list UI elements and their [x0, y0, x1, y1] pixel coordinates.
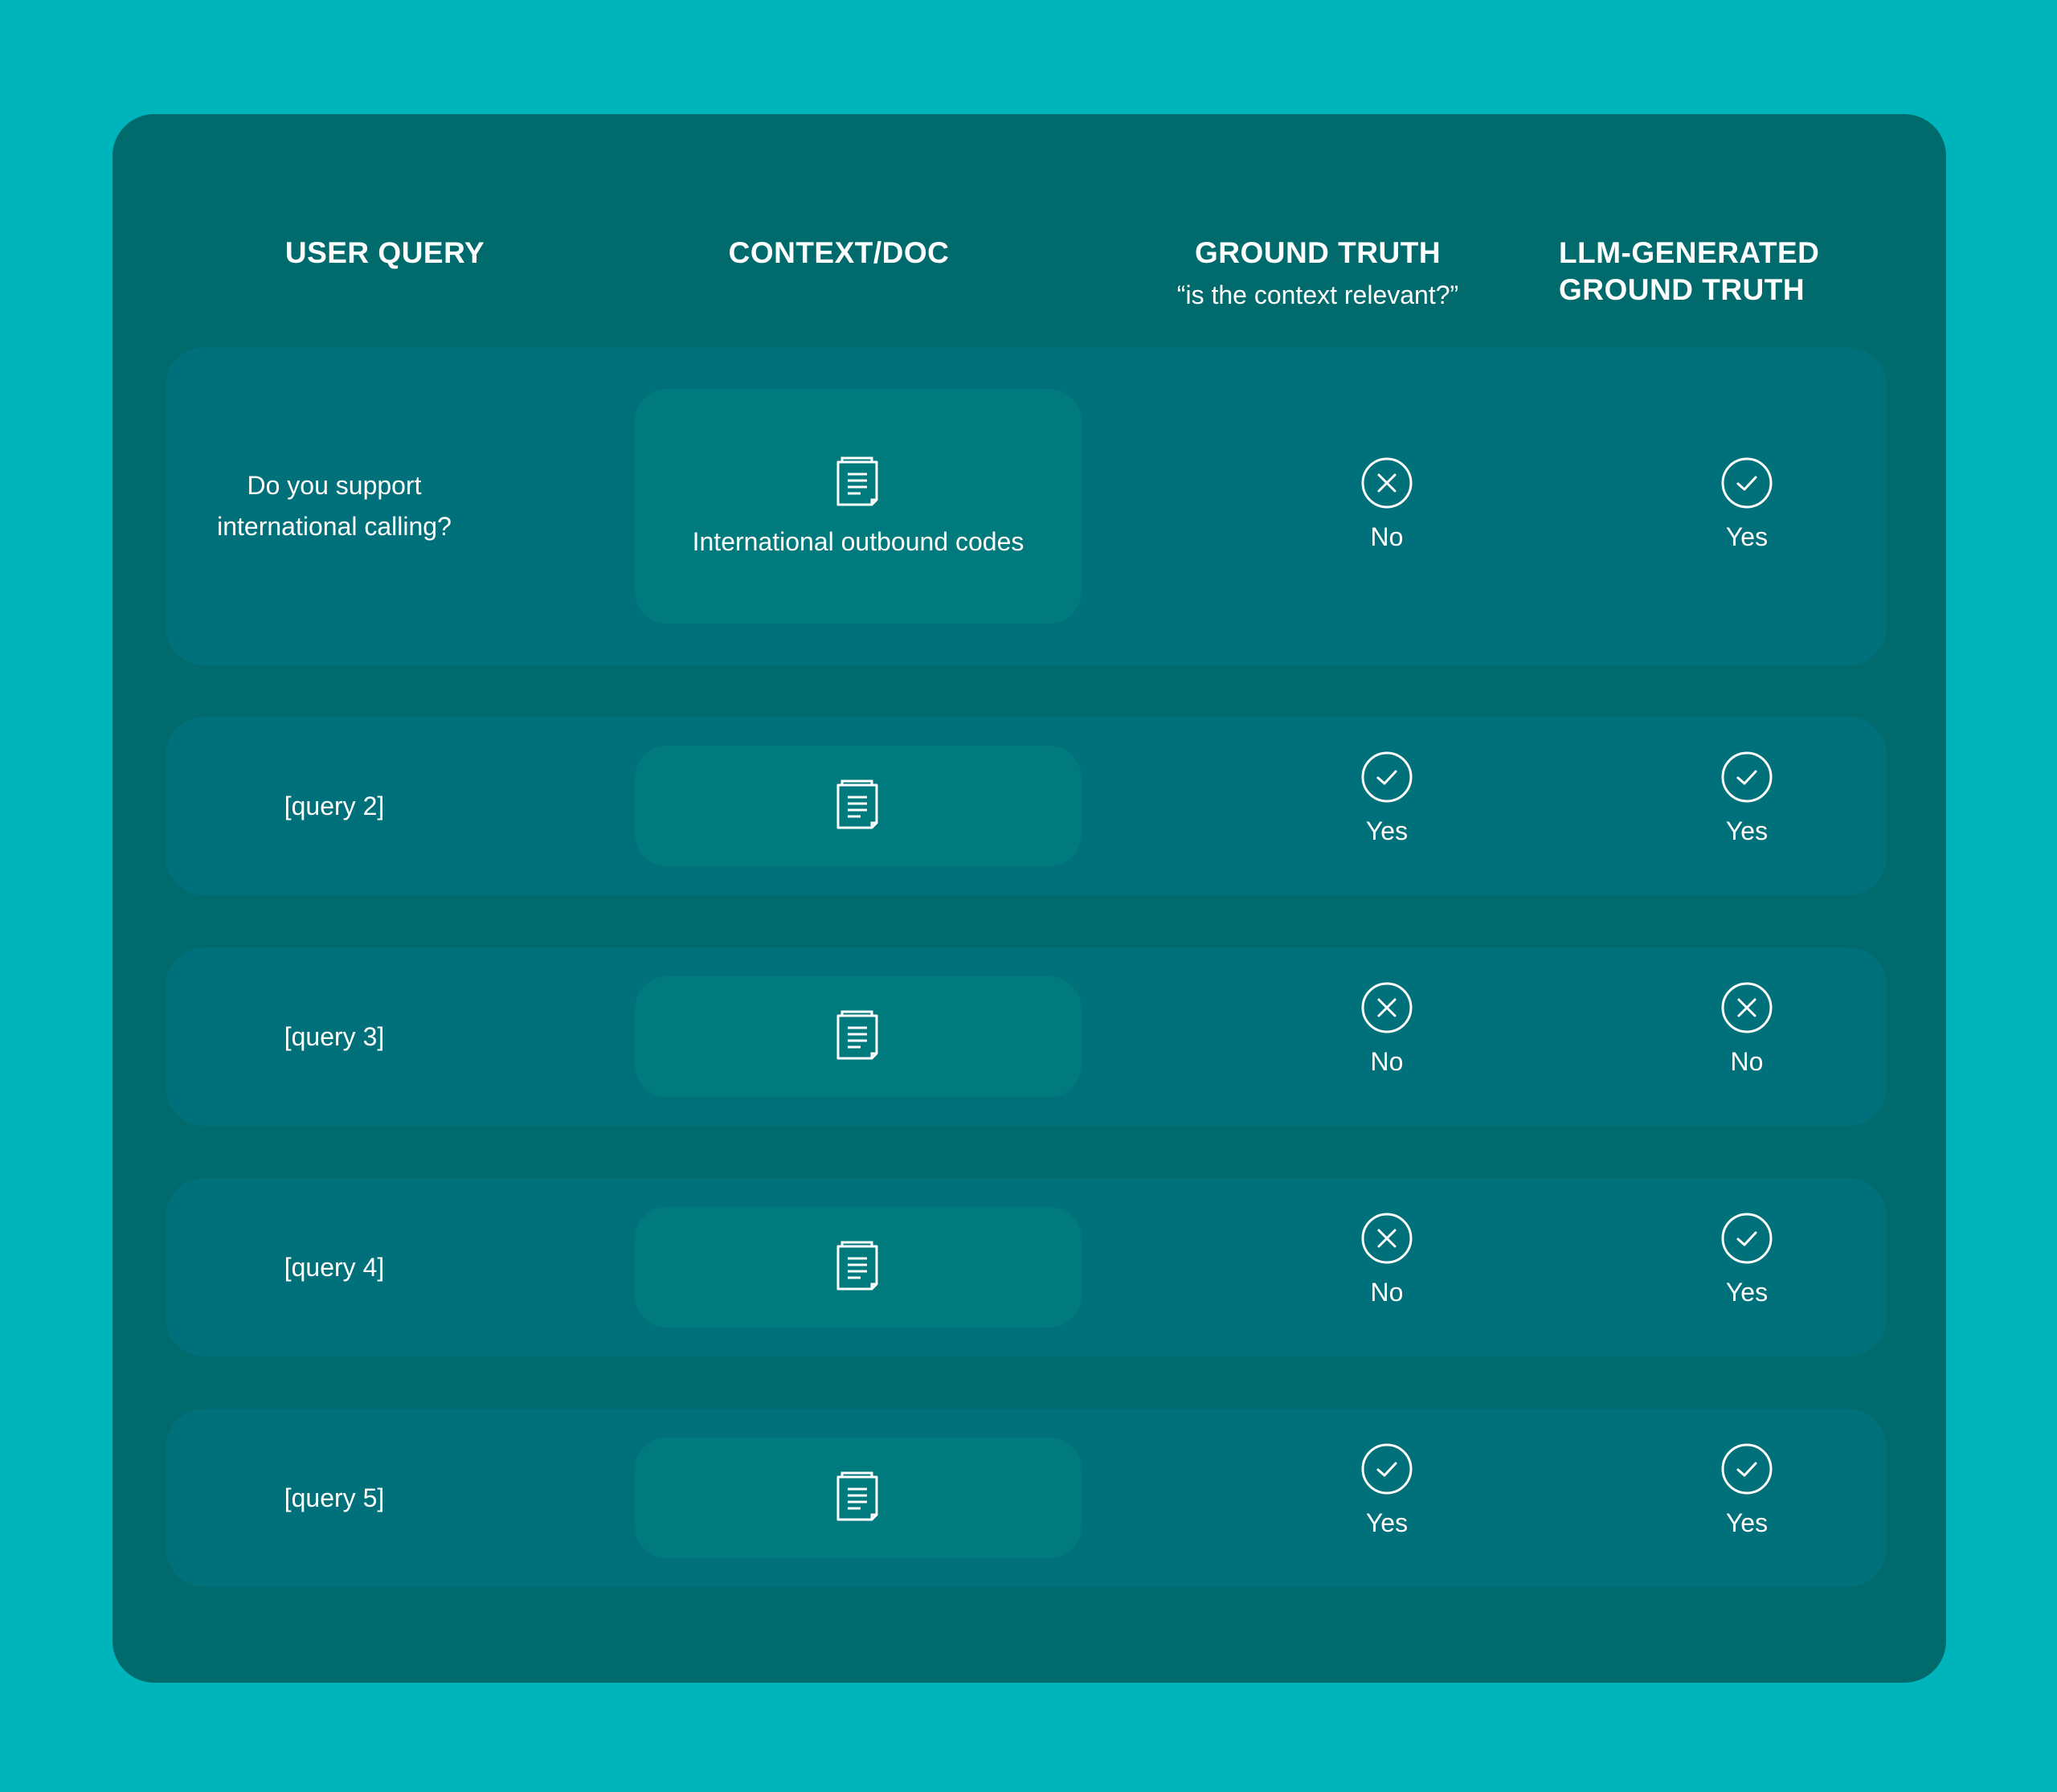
user-query-line1: [query 2] [284, 791, 385, 820]
user-query-cell: [query 3] [166, 947, 503, 1126]
table-row: [query 3] No No [166, 947, 1887, 1126]
header-ground-truth-title: GROUND TRUTH [1194, 236, 1442, 269]
llm-ground-truth-value: Yes [1725, 1278, 1769, 1307]
header-ground-truth: GROUND TRUTH “is the context relevant?” [1157, 235, 1478, 313]
llm-ground-truth-value: Yes [1725, 1508, 1769, 1537]
ground-truth-cell: No [1290, 456, 1483, 552]
user-query-line1: [query 4] [284, 1252, 385, 1282]
header-llm-line1: LLM-GENERATED [1559, 236, 1820, 269]
x-circle-icon [1721, 982, 1773, 1033]
context-doc-label: International outbound codes [692, 526, 1024, 556]
table-row: [query 2] Yes Yes [166, 717, 1887, 895]
table-row: Do you support international calling? In… [166, 347, 1887, 665]
ground-truth-value: No [1370, 1047, 1404, 1076]
llm-ground-truth-cell: No [1650, 981, 1843, 1077]
ground-truth-cell: No [1290, 981, 1483, 1077]
table-row: [query 4] No Yes [166, 1178, 1887, 1356]
table-row: [query 5] Yes Yes [166, 1409, 1887, 1587]
llm-ground-truth-value: Yes [1725, 816, 1769, 845]
check-circle-icon [1361, 1443, 1413, 1495]
check-circle-icon [1721, 457, 1773, 509]
check-circle-icon [1721, 1213, 1773, 1264]
user-query-line2: international calling? [217, 512, 452, 541]
ground-truth-value: Yes [1365, 816, 1409, 845]
ground-truth-cell: No [1290, 1212, 1483, 1307]
x-circle-icon [1361, 457, 1413, 509]
llm-ground-truth-value: No [1730, 1047, 1764, 1076]
llm-ground-truth-cell: Yes [1650, 1212, 1843, 1307]
check-circle-icon [1721, 1443, 1773, 1495]
ground-truth-cell: Yes [1290, 751, 1483, 846]
comparison-panel: USER QUERY CONTEXT/DOC GROUND TRUTH “is … [112, 114, 1946, 1683]
ground-truth-value: Yes [1365, 1508, 1409, 1537]
context-doc-card: International outbound codes [635, 389, 1082, 624]
x-circle-icon [1361, 1213, 1413, 1264]
check-circle-icon [1361, 751, 1413, 803]
context-doc-card [635, 1207, 1082, 1328]
header-context-doc: CONTEXT/DOC [728, 236, 950, 269]
context-doc-card [635, 1438, 1082, 1558]
document-icon [836, 1010, 878, 1060]
user-query-cell: [query 4] [166, 1178, 503, 1356]
header-llm-ground-truth: LLM-GENERATED GROUND TRUTH [1559, 235, 1896, 309]
document-icon [836, 779, 878, 829]
user-query-cell: Do you support international calling? [166, 347, 503, 665]
user-query-cell: [query 5] [166, 1409, 503, 1587]
context-doc-card [635, 976, 1082, 1097]
header-user-query: USER QUERY [284, 236, 485, 269]
ground-truth-value: No [1370, 1278, 1404, 1307]
context-doc-card [635, 746, 1082, 866]
llm-ground-truth-cell: Yes [1650, 1442, 1843, 1538]
llm-ground-truth-cell: Yes [1650, 456, 1843, 552]
user-query-line1: Do you support [247, 471, 422, 500]
document-icon [836, 1471, 878, 1521]
document-icon [836, 456, 878, 505]
llm-ground-truth-value: Yes [1725, 522, 1769, 551]
llm-ground-truth-cell: Yes [1650, 751, 1843, 846]
ground-truth-cell: Yes [1290, 1442, 1483, 1538]
user-query-line1: [query 5] [284, 1483, 385, 1512]
ground-truth-value: No [1370, 522, 1404, 551]
header-ground-truth-subtitle: “is the context relevant?” [1176, 280, 1459, 309]
header-llm-line2: GROUND TRUTH [1559, 273, 1805, 306]
x-circle-icon [1361, 982, 1413, 1033]
user-query-line1: [query 3] [284, 1021, 385, 1051]
document-icon [836, 1241, 878, 1291]
check-circle-icon [1721, 751, 1773, 803]
user-query-cell: [query 2] [166, 717, 503, 895]
